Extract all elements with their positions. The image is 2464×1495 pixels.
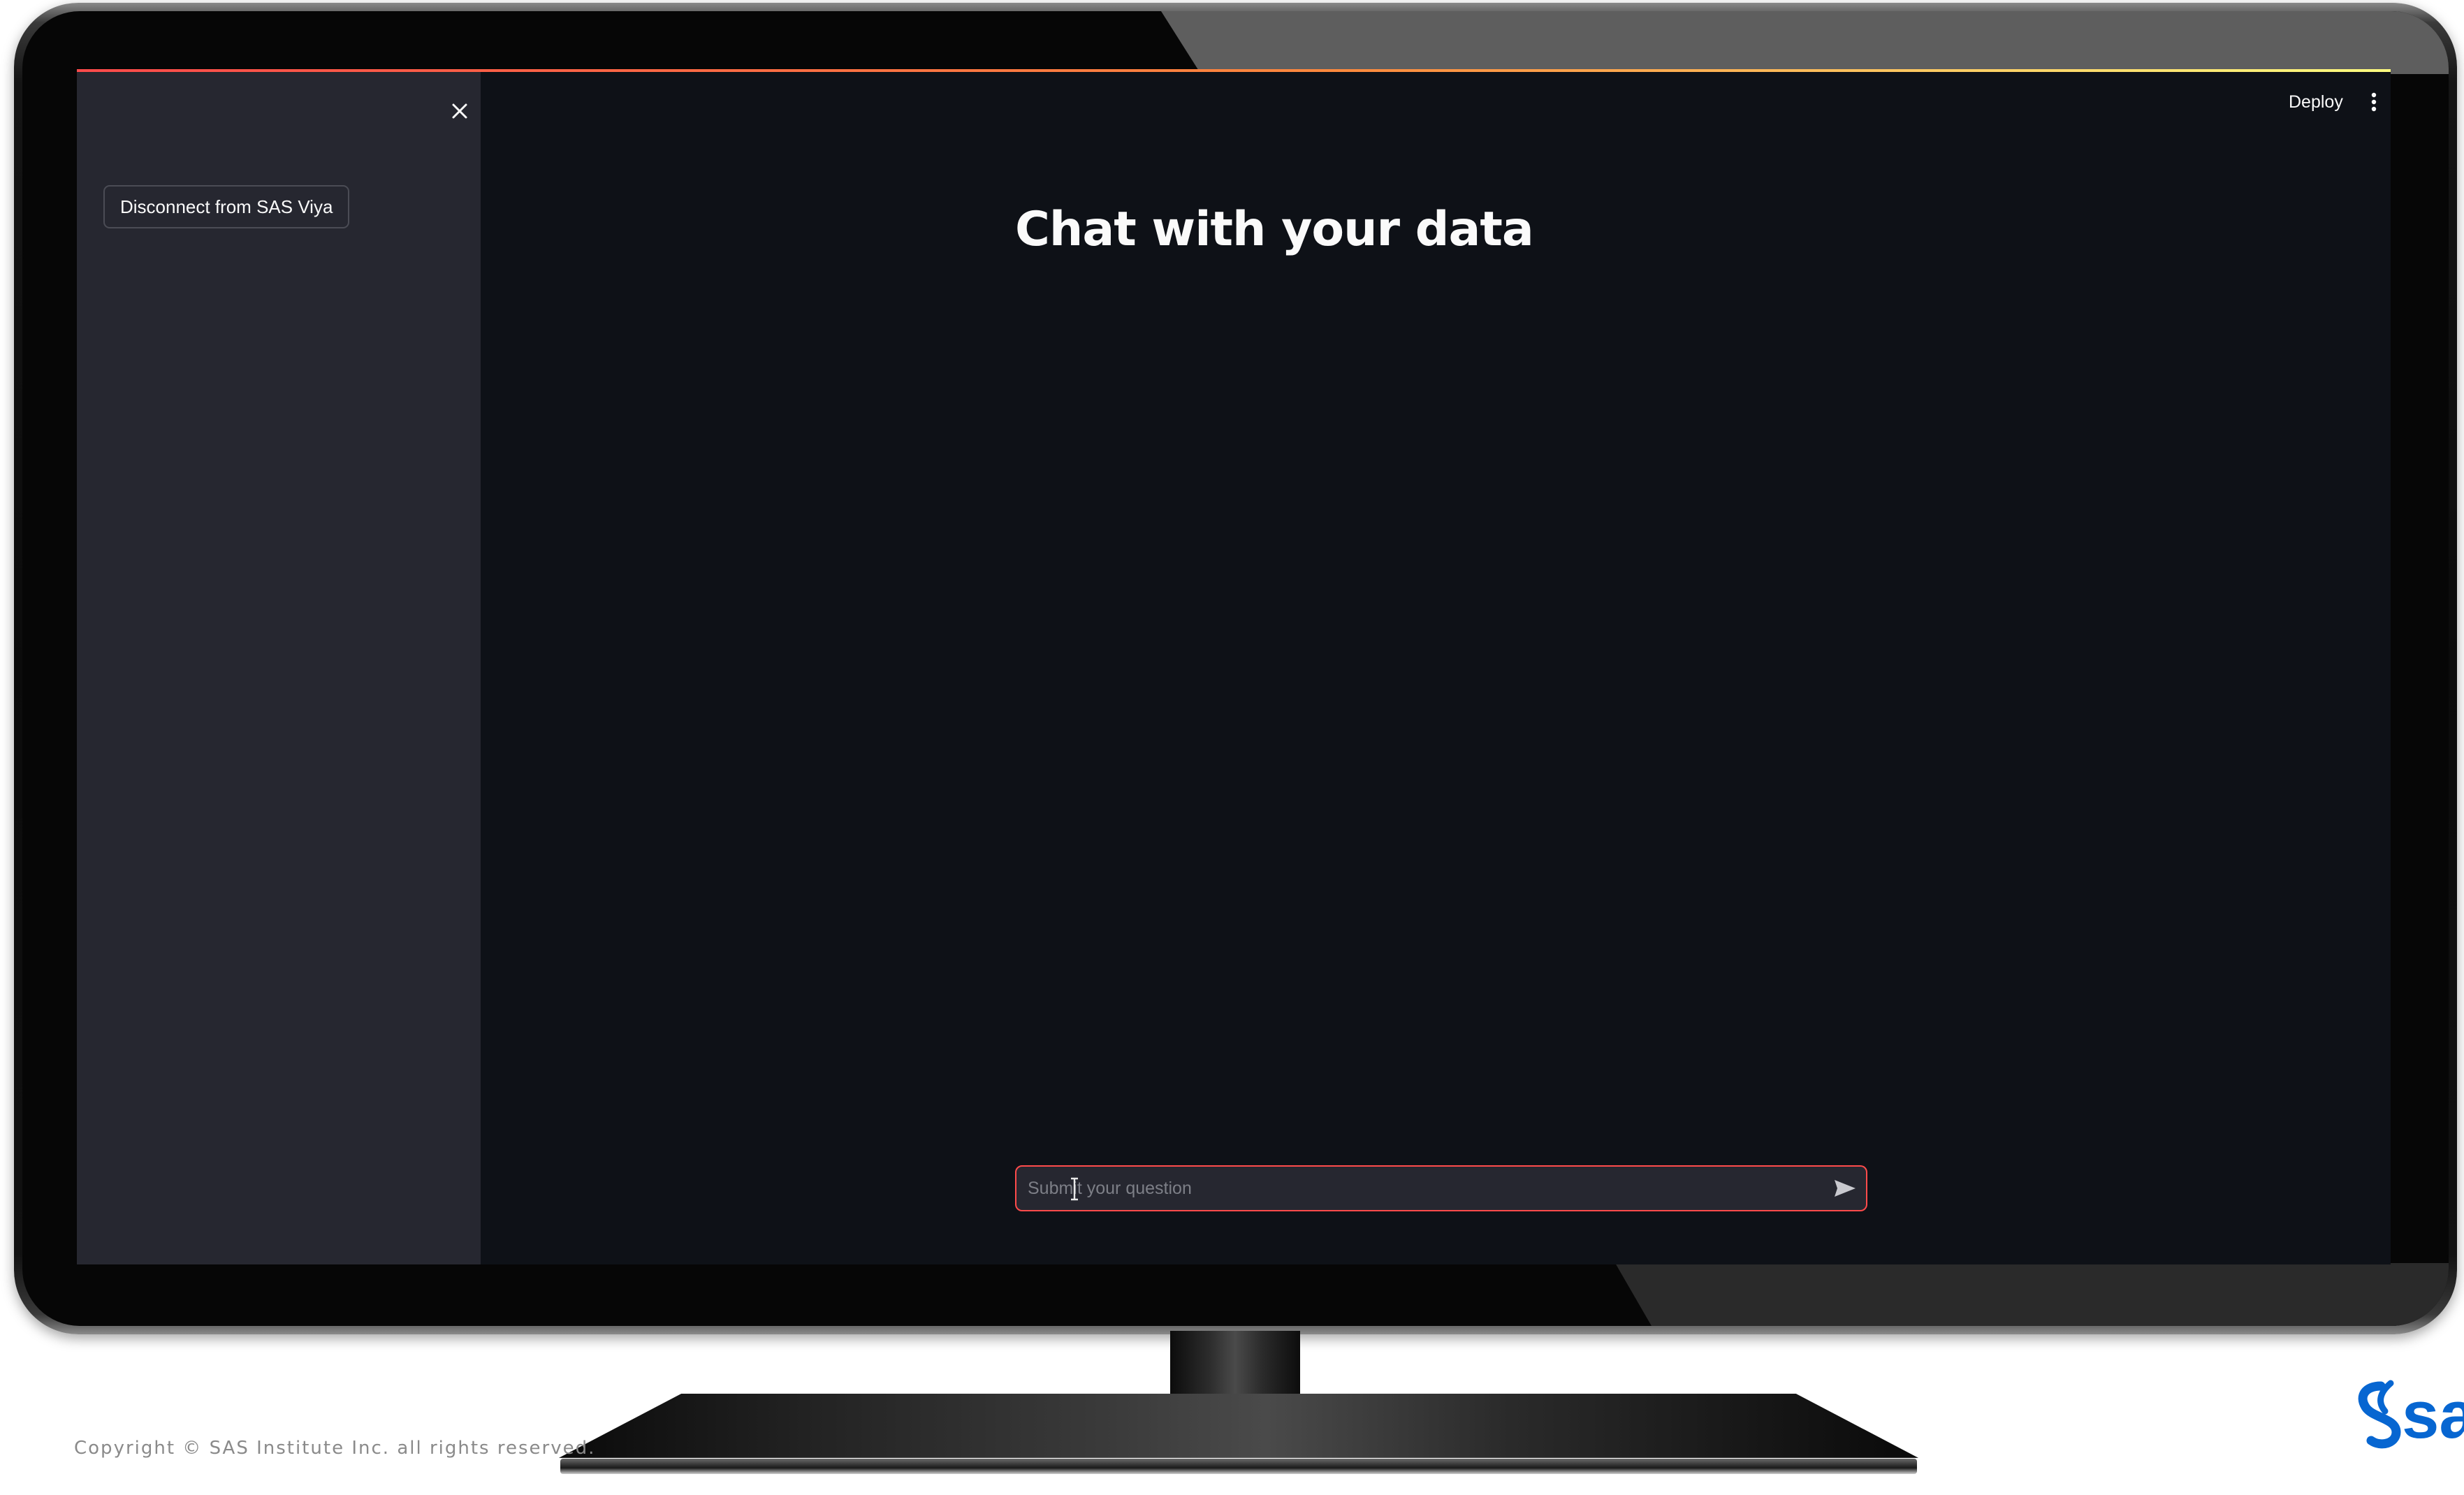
main-menu-button[interactable] (2360, 85, 2388, 119)
sas-logo-text: sas (2402, 1378, 2464, 1452)
vertical-dots-icon (2371, 92, 2377, 112)
send-button[interactable] (1824, 1167, 1866, 1209)
bezel-glare (1161, 11, 2449, 74)
bezel-glare (1615, 1263, 2449, 1326)
close-sidebar-button[interactable] (440, 92, 479, 131)
monitor-stand-edge (560, 1459, 1917, 1474)
app-window: Disconnect from SAS Viya Deploy Chat wit… (77, 69, 2391, 1264)
sidebar: Disconnect from SAS Viya (77, 72, 481, 1264)
disconnect-button[interactable]: Disconnect from SAS Viya (103, 185, 350, 228)
page-title: Chat with your data (1015, 202, 1534, 257)
deploy-button[interactable]: Deploy (2277, 85, 2354, 119)
text-cursor-icon (1071, 1177, 1078, 1201)
close-icon (452, 103, 467, 119)
send-icon (1835, 1180, 1856, 1197)
copyright-text: Copyright © SAS Institute Inc. all right… (74, 1438, 596, 1459)
sas-logo: sas (2353, 1376, 2464, 1453)
chat-input-container (1015, 1165, 1867, 1211)
chat-input[interactable] (1016, 1167, 1824, 1210)
